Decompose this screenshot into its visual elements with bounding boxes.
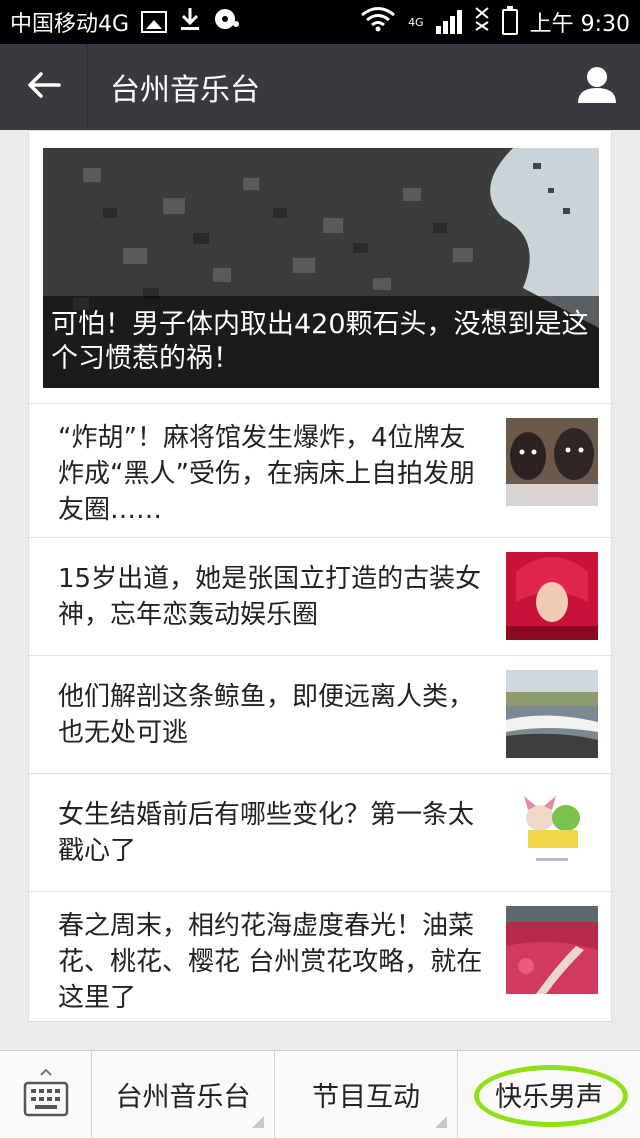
hero-article[interactable]: 可怕！男子体内取出420颗石头，没想到是这个习惯惹的祸！: [43, 148, 599, 388]
menu-item-label: 节目互动: [312, 1082, 420, 1113]
carrier-label: 中国移动4G: [10, 12, 130, 37]
signal-strength-icon: [435, 10, 462, 34]
menu-item-program-interaction[interactable]: 节目互动: [275, 1051, 458, 1138]
news-thumbnail: [506, 670, 598, 758]
back-button[interactable]: [0, 44, 88, 130]
wifi-icon: [360, 6, 396, 38]
status-bar: 中国移动4G 4G 上午 9:30: [0, 0, 640, 44]
news-title: 他们解剖这条鲸鱼，即便远离人类，也无处可逃: [58, 682, 475, 748]
news-item[interactable]: 女生结婚前后有哪些变化？第一条太戳心了: [29, 773, 613, 891]
image-notification-icon: [141, 11, 168, 33]
news-title: 春之周末，相约花海虚度春光！油菜花、桃花、樱花 台州赏花攻略，就在这里了: [58, 911, 483, 1013]
user-icon: [577, 66, 617, 108]
article-card: 可怕！男子体内取出420颗石头，没想到是这个习惯惹的祸！ “炸胡”！麻将馆发生爆…: [28, 130, 613, 1025]
news-item[interactable]: “炸胡”！麻将馆发生爆炸，4位牌友炸成“黑人”受伤，在病床上自拍发朋友圈……: [29, 403, 613, 537]
news-title: “炸胡”！麻将馆发生爆炸，4位牌友炸成“黑人”受伤，在病床上自拍发朋友圈……: [58, 423, 475, 525]
keyboard-toggle-button[interactable]: [0, 1051, 92, 1138]
news-item[interactable]: 15岁出道，她是张国立打造的古装女神，忘年恋轰动娱乐圈: [29, 537, 613, 655]
news-title: 15岁出道，她是张国立打造的古装女神，忘年恋轰动娱乐圈: [58, 564, 482, 630]
title-bar: 台州音乐台: [0, 44, 640, 130]
network-type-label: 4G: [408, 15, 424, 29]
bottom-menu-bar: 台州音乐台 节目互动 快乐男声: [0, 1050, 640, 1138]
submenu-indicator-icon: [252, 1116, 264, 1128]
news-thumbnail: [506, 552, 598, 640]
battery-icon: [501, 6, 518, 35]
news-title: 女生结婚前后有哪些变化？第一条太戳心了: [58, 800, 475, 866]
submenu-indicator-icon: [435, 1116, 447, 1128]
no-sim-signal-icon: [474, 6, 490, 38]
news-item[interactable]: 春之周末，相约花海虚度春光！油菜花、桃花、樱花 台州赏花攻略，就在这里了: [29, 891, 613, 1025]
keyboard-icon: [22, 1067, 70, 1123]
page-title: 台州音乐台: [110, 73, 260, 108]
news-thumbnail: [506, 906, 598, 994]
news-thumbnail: [506, 788, 598, 876]
news-thumbnail: [506, 418, 598, 506]
download-icon: [179, 6, 201, 38]
hero-title: 可怕！男子体内取出420颗石头，没想到是这个习惯惹的祸！: [43, 296, 599, 388]
profile-button[interactable]: [554, 44, 640, 130]
highlight-circle: [474, 1065, 628, 1127]
news-item[interactable]: 他们解剖这条鲸鱼，即便远离人类，也无处可逃: [29, 655, 613, 773]
menu-item-happy-boys[interactable]: 快乐男声: [458, 1051, 640, 1138]
menu-item-station[interactable]: 台州音乐台: [92, 1051, 275, 1138]
news-list: “炸胡”！麻将馆发生爆炸，4位牌友炸成“黑人”受伤，在病床上自拍发朋友圈…… 1…: [29, 403, 613, 1025]
status-time: 上午 9:30: [529, 12, 630, 37]
music-disc-icon: [213, 6, 241, 38]
menu-item-label: 台州音乐台: [115, 1082, 251, 1113]
back-arrow-icon: [27, 71, 61, 103]
